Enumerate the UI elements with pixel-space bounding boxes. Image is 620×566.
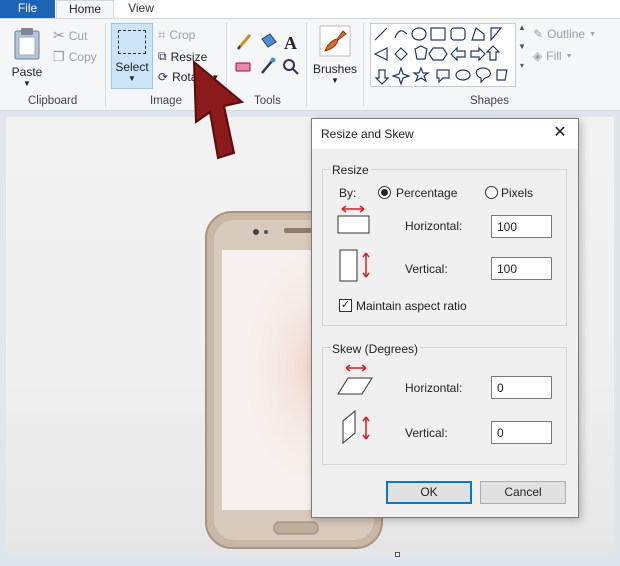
dialog-title: Resize and Skew bbox=[321, 127, 414, 141]
paste-button[interactable]: Paste ▼ bbox=[8, 25, 46, 89]
magnifier-icon bbox=[283, 59, 299, 75]
vertical-resize-input[interactable]: 100 bbox=[491, 257, 552, 280]
shapes-group-label: Shapes bbox=[470, 95, 510, 107]
crop-icon: ⌗ bbox=[158, 27, 166, 42]
percentage-radio[interactable] bbox=[378, 186, 391, 199]
tab-file[interactable]: File bbox=[0, 0, 55, 18]
copy-button[interactable]: ❐ Copy bbox=[53, 49, 97, 65]
chevron-down-icon: ▼ bbox=[518, 42, 526, 51]
dialog-title-bar: Resize and Skew ✕ bbox=[312, 119, 578, 149]
shapes-icons bbox=[373, 27, 508, 86]
fill-icon: ◈ bbox=[533, 49, 543, 63]
outline-button[interactable]: ✎ Outline ▼ bbox=[533, 27, 596, 41]
clipboard-group-label: Clipboard bbox=[28, 95, 78, 107]
outline-label: Outline bbox=[547, 27, 586, 41]
fill-bucket-icon bbox=[261, 33, 277, 48]
maintain-aspect-label: Maintain aspect ratio bbox=[356, 299, 467, 313]
ok-button[interactable]: OK bbox=[386, 481, 472, 504]
resize-legend: Resize bbox=[330, 163, 371, 177]
horizontal-skew-icon bbox=[337, 364, 373, 395]
group-separator bbox=[363, 23, 364, 107]
horizontal-resize-input[interactable]: 100 bbox=[491, 215, 552, 238]
group-separator bbox=[306, 23, 307, 107]
svg-text:A: A bbox=[284, 33, 297, 53]
vertical-skew-icon bbox=[342, 409, 370, 445]
canvas-resize-handle[interactable] bbox=[395, 552, 400, 557]
tools-group-label: Tools bbox=[254, 95, 281, 107]
select-button[interactable]: Select ▼ bbox=[111, 23, 153, 89]
brushes-button[interactable]: Brushes ▼ bbox=[313, 23, 357, 93]
skew-vertical-label: Vertical: bbox=[405, 426, 448, 440]
chevron-down-icon: ▼ bbox=[331, 76, 339, 85]
outline-icon: ✎ bbox=[533, 27, 544, 41]
vertical-label: Vertical: bbox=[405, 262, 448, 276]
resize-skew-dialog: Resize and Skew ✕ Resize By: Percentage … bbox=[311, 118, 579, 518]
color-picker-icon bbox=[261, 57, 276, 74]
scissors-icon: ✂ bbox=[53, 27, 65, 43]
horizontal-label: Horizontal: bbox=[405, 219, 463, 233]
brush-icon bbox=[319, 25, 351, 57]
selection-icon bbox=[118, 30, 146, 54]
skew-vertical-input[interactable]: 0 bbox=[491, 421, 552, 444]
skew-legend: Skew (Degrees) bbox=[330, 342, 421, 356]
pointer-arrow-icon bbox=[192, 59, 245, 160]
skew-horizontal-input[interactable]: 0 bbox=[491, 376, 552, 399]
by-label: By: bbox=[339, 186, 357, 200]
shapes-gallery[interactable] bbox=[370, 23, 516, 87]
skew-horizontal-label: Horizontal: bbox=[405, 381, 463, 395]
horizontal-resize-icon bbox=[337, 205, 370, 234]
paste-label: Paste bbox=[11, 65, 43, 79]
brushes-label: Brushes bbox=[313, 62, 358, 76]
chevron-down-icon: ▼ bbox=[128, 74, 136, 83]
tab-view[interactable]: View bbox=[116, 0, 166, 18]
text-icon: A bbox=[284, 33, 297, 53]
group-separator bbox=[105, 23, 106, 107]
fill-button[interactable]: ◈ Fill ▼ bbox=[533, 49, 573, 63]
ribbon: Paste ▼ ✂ Cut ❐ Copy Clipboard Select ▼ … bbox=[0, 18, 620, 111]
percentage-label: Percentage bbox=[396, 186, 458, 200]
rotate-icon: ⟳ bbox=[158, 70, 169, 84]
chevron-up-icon: ▲ bbox=[518, 23, 526, 32]
pencil-icon bbox=[236, 34, 252, 50]
expand-icon: ▾ bbox=[519, 61, 524, 70]
chevron-down-icon: ▼ bbox=[565, 52, 573, 60]
tab-home[interactable]: Home bbox=[56, 0, 114, 19]
cut-label: Cut bbox=[68, 28, 88, 43]
ribbon-tab-bar: File Home View bbox=[0, 0, 620, 19]
select-label: Select bbox=[115, 60, 149, 74]
cancel-button[interactable]: Cancel bbox=[480, 481, 566, 504]
copy-icon: ❐ bbox=[53, 49, 65, 64]
crop-button[interactable]: ⌗ Crop bbox=[158, 27, 195, 43]
cut-button[interactable]: ✂ Cut bbox=[53, 27, 87, 44]
resize-icon: ⧉ bbox=[158, 49, 167, 63]
close-icon[interactable]: ✕ bbox=[550, 123, 570, 143]
copy-label: Copy bbox=[68, 50, 97, 64]
shapes-scroll[interactable]: ▲ ▼ ▾ bbox=[516, 23, 528, 87]
image-group-label: Image bbox=[150, 95, 182, 107]
fill-label: Fill bbox=[546, 49, 562, 63]
pixels-radio[interactable] bbox=[485, 186, 498, 199]
vertical-resize-icon bbox=[339, 249, 370, 282]
crop-label: Crop bbox=[169, 28, 196, 42]
pixels-label: Pixels bbox=[501, 186, 534, 200]
chevron-down-icon: ▼ bbox=[23, 79, 31, 88]
maintain-aspect-checkbox[interactable]: ✓ bbox=[339, 299, 352, 312]
chevron-down-icon: ▼ bbox=[589, 30, 597, 38]
clipboard-icon bbox=[14, 28, 40, 60]
